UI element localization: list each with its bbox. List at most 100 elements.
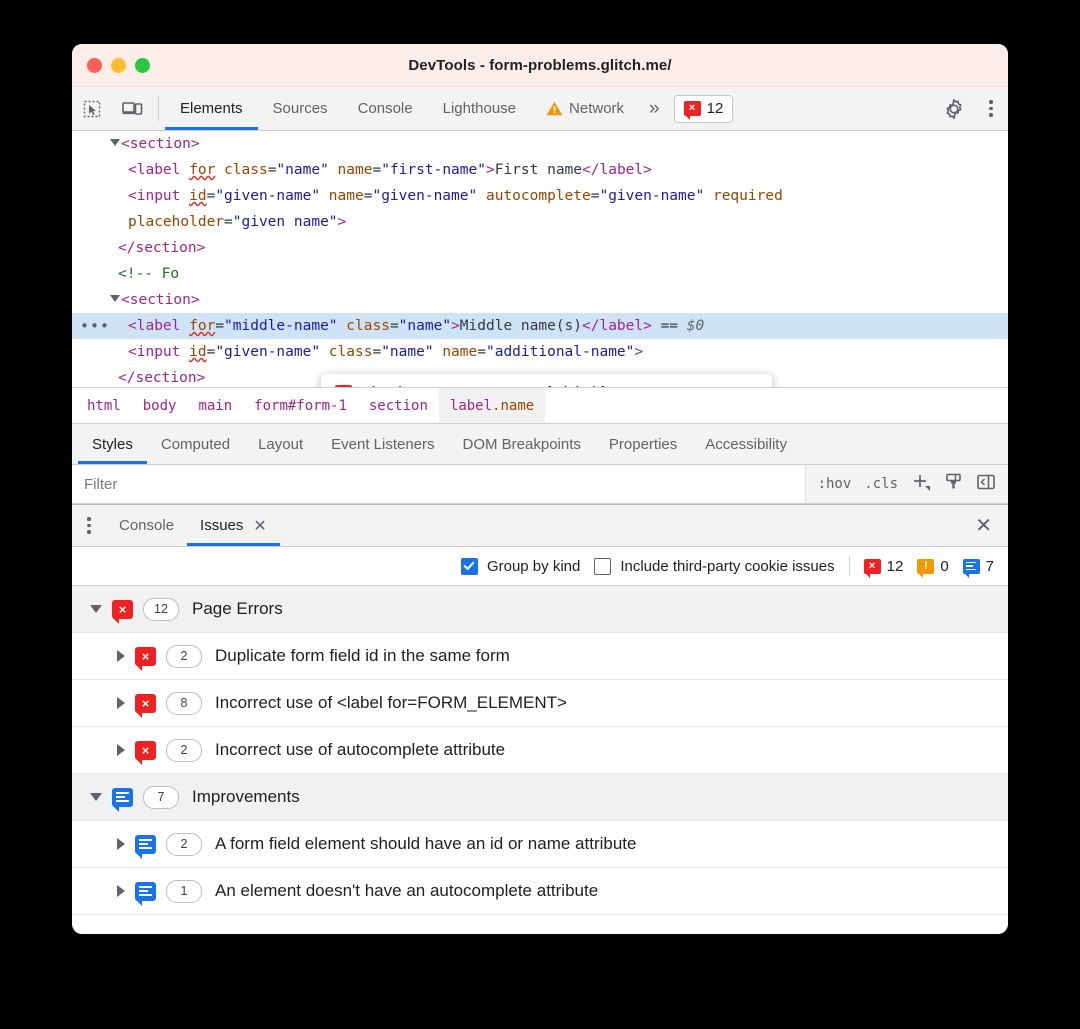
dom-tree-line[interactable]: <!-- Fo: [72, 261, 1008, 287]
dom-tree-line[interactable]: <input id="given-name" class="name" name…: [72, 339, 1008, 365]
expand-triangle-icon[interactable]: [117, 885, 125, 897]
dom-tree-line[interactable]: <section>: [72, 131, 1008, 157]
dom-line-content: <input id="given-name" class="name" name…: [82, 344, 643, 360]
issue-row[interactable]: 2A form field element should have an id …: [72, 821, 1008, 868]
issue-row[interactable]: ×2Duplicate form field id in the same fo…: [72, 633, 1008, 680]
plus-new-style-rule-icon[interactable]: [911, 472, 931, 497]
dom-token-tag: <input: [128, 344, 189, 360]
kebab-menu-icon[interactable]: [974, 100, 1008, 117]
filter-input[interactable]: [72, 475, 805, 494]
breadcrumb-item-section[interactable]: section: [358, 388, 439, 423]
dom-token-val: "given-name": [599, 188, 704, 204]
dom-token-tag: >: [451, 318, 460, 334]
gear-icon[interactable]: [934, 98, 974, 120]
drawer-kebab-menu-icon[interactable]: [72, 505, 106, 546]
expand-triangle-icon[interactable]: [110, 139, 120, 146]
drawer-tab-issues[interactable]: Issues ✕: [187, 505, 280, 546]
toolbar-divider: [158, 96, 159, 121]
expand-triangle-icon[interactable]: [117, 744, 125, 756]
close-window-button[interactable]: [87, 58, 102, 73]
inspect-element-icon[interactable]: [72, 87, 112, 130]
issue-count-pill: 7: [143, 786, 179, 809]
issue-tooltip[interactable]: × View issue: Incorrect use of <label fo…: [321, 374, 772, 388]
collapse-triangle-icon[interactable]: [90, 793, 102, 801]
sidebar-tab-label: Computed: [161, 436, 230, 453]
issue-title: Page Errors: [192, 599, 283, 619]
issue-group-row[interactable]: ×12Page Errors: [72, 586, 1008, 633]
toolbar-right-tools: [921, 87, 1008, 130]
issues-list[interactable]: ×12Page Errors×2Duplicate form field id …: [72, 586, 1008, 915]
paintbrush-icon[interactable]: [944, 472, 963, 496]
sidebar-tab-computed[interactable]: Computed: [147, 424, 244, 464]
close-issues-tab-icon[interactable]: ✕: [253, 516, 266, 536]
sidebar-tab-accessibility[interactable]: Accessibility: [691, 424, 801, 464]
toggle-sidebar-icon[interactable]: [976, 472, 996, 497]
devtools-tabbar: Elements Sources Console Lighthouse Netw…: [72, 87, 1008, 131]
zoom-window-button[interactable]: [135, 58, 150, 73]
drawer-tab-console[interactable]: Console: [106, 505, 187, 546]
breadcrumb-item-body[interactable]: body: [132, 388, 188, 423]
breadcrumb-item-html[interactable]: html: [76, 388, 132, 423]
dom-tree-line[interactable]: placeholder="given name">: [72, 209, 1008, 235]
traffic-lights: [87, 58, 150, 73]
sidebar-tab-styles[interactable]: Styles: [78, 424, 147, 464]
issue-row[interactable]: ×2Incorrect use of autocomplete attribut…: [72, 727, 1008, 774]
dom-token-txt: =: [372, 344, 381, 360]
hov-toggle-button[interactable]: :hov: [818, 476, 852, 492]
group-by-kind-checkbox[interactable]: Group by kind: [461, 558, 580, 575]
close-drawer-icon[interactable]: ✕: [975, 513, 992, 538]
breadcrumb-item-form-form-1[interactable]: form#form-1: [243, 388, 358, 423]
dom-token-txt: =: [207, 344, 216, 360]
dom-tree-line[interactable]: <section>: [72, 287, 1008, 313]
tab-console[interactable]: Console: [343, 87, 428, 130]
breadcrumb-item-label: label: [450, 398, 492, 414]
dom-tree-pane[interactable]: <section><section><label for class="name…: [72, 131, 1008, 388]
expand-triangle-icon[interactable]: [117, 650, 125, 662]
error-bubble-icon: ×: [135, 741, 156, 760]
issue-row[interactable]: ×8Incorrect use of <label for=FORM_ELEME…: [72, 680, 1008, 727]
dom-tree-line[interactable]: </section>: [72, 235, 1008, 261]
dom-token-val: "first-name": [381, 162, 486, 178]
sidebar-tab-properties[interactable]: Properties: [595, 424, 691, 464]
tab-lighthouse[interactable]: Lighthouse: [428, 87, 531, 130]
cls-toggle-button[interactable]: .cls: [864, 476, 898, 492]
tab-network[interactable]: Network: [531, 87, 639, 130]
device-toolbar-icon[interactable]: [112, 87, 152, 130]
error-bubble-icon: ×: [135, 647, 156, 666]
sidebar-tab-layout[interactable]: Layout: [244, 424, 317, 464]
minimize-window-button[interactable]: [111, 58, 126, 73]
warning-bubble-icon: !: [917, 559, 934, 574]
dom-line-overflow-ellipsis[interactable]: •••: [80, 313, 110, 339]
dom-tree-line[interactable]: <input id="given-name" name="given-name"…: [72, 183, 1008, 209]
breadcrumb-item-main[interactable]: main: [187, 388, 243, 423]
issue-group-row[interactable]: 7Improvements: [72, 774, 1008, 821]
tab-elements[interactable]: Elements: [165, 87, 258, 130]
collapse-triangle-icon[interactable]: [90, 605, 102, 613]
dom-line-content: <label for="middle-name" class="name">Mi…: [82, 318, 704, 334]
breadcrumb[interactable]: htmlbodymainform#form-1sectionlabel.name: [72, 388, 1008, 424]
breadcrumb-item-label: body: [143, 398, 177, 414]
sidebar-tab-dom-breakpoints[interactable]: DOM Breakpoints: [449, 424, 595, 464]
third-party-cookie-label: Include third-party cookie issues: [620, 558, 834, 575]
more-tabs-icon[interactable]: »: [639, 87, 668, 130]
expand-triangle-icon[interactable]: [117, 838, 125, 850]
dom-tree-line[interactable]: <label for class="name" name="first-name…: [72, 157, 1008, 183]
third-party-cookie-checkbox[interactable]: Include third-party cookie issues: [594, 558, 834, 575]
breadcrumb-item-label[interactable]: label.name: [439, 388, 545, 423]
dom-token-tag: >: [634, 344, 643, 360]
issues-count-button[interactable]: × 12: [674, 95, 734, 123]
breadcrumb-item-class: .name: [492, 398, 534, 414]
expand-triangle-icon[interactable]: [117, 697, 125, 709]
dom-token-txt: =: [207, 188, 216, 204]
issues-count-value: 12: [707, 100, 724, 117]
dom-line-content: placeholder="given name">: [82, 214, 346, 230]
tab-sources[interactable]: Sources: [258, 87, 343, 130]
issue-row[interactable]: 1An element doesn't have an autocomplete…: [72, 868, 1008, 915]
sidebar-tab-event-listeners[interactable]: Event Listeners: [317, 424, 448, 464]
styles-sidebar-tabbar[interactable]: Styles Computed LayoutEvent ListenersDOM B…: [72, 424, 1008, 465]
dom-tree-line[interactable]: •••<label for="middle-name" class="name"…: [72, 313, 1008, 339]
dom-tree-lines: <section><section><label for class="name…: [72, 131, 1008, 388]
view-issue-link[interactable]: View issue:: [362, 384, 438, 388]
expand-triangle-icon[interactable]: [110, 295, 120, 302]
dom-token-val: "additional-name": [486, 344, 634, 360]
